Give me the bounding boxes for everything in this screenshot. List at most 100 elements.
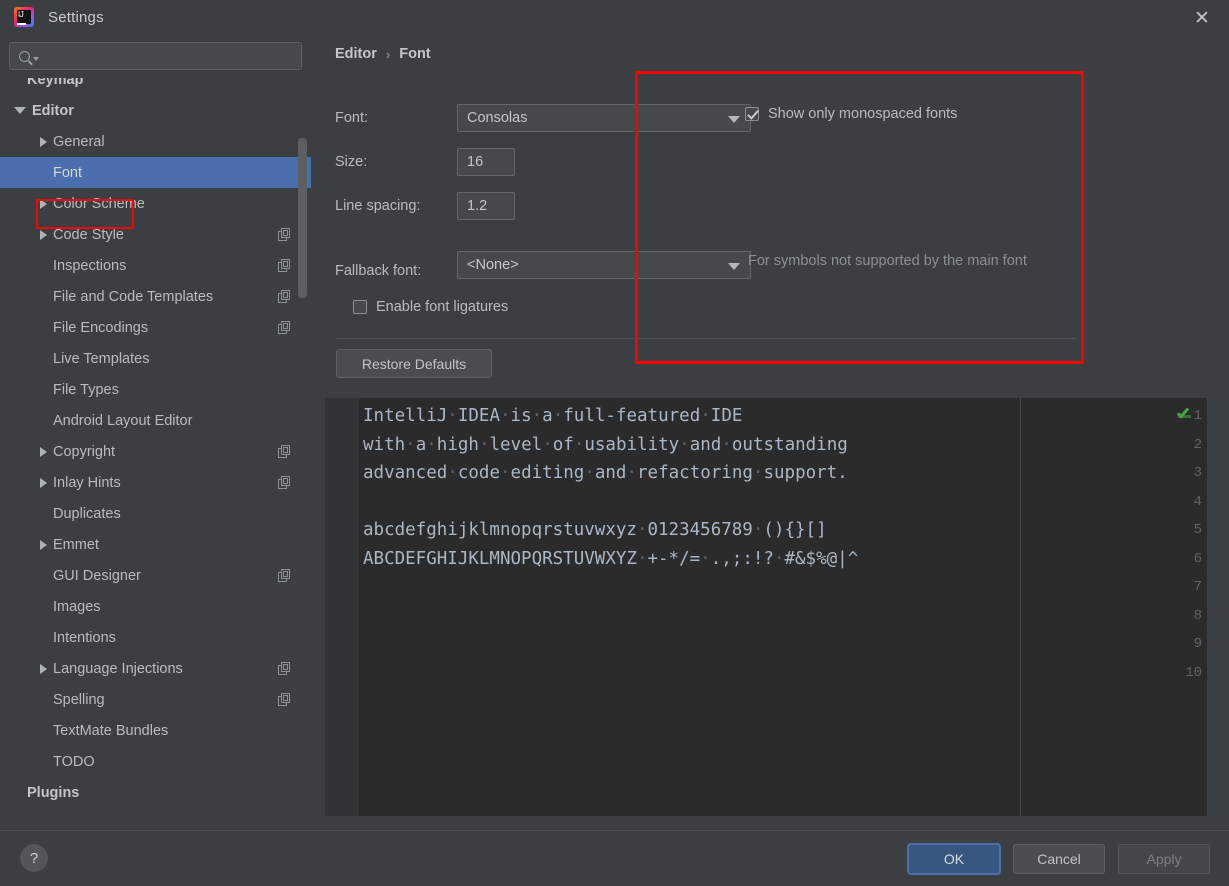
font-family-dropdown[interactable]: Consolas: [457, 104, 751, 132]
restore-defaults-button[interactable]: Restore Defaults: [336, 349, 492, 378]
apply-button[interactable]: Apply: [1118, 844, 1210, 874]
copy-settings-icon[interactable]: [278, 290, 291, 303]
chevron-right-icon[interactable]: [40, 477, 47, 488]
font-preview-editor[interactable]: 1 2 3 4 5 6 7 8 9 10 IntelliJ·IDEA·is·a·full-feat…: [325, 398, 1207, 816]
search-input[interactable]: [45, 48, 275, 64]
ok-button[interactable]: OK: [908, 844, 1000, 874]
sidebar-item-inspections[interactable]: Inspections: [0, 250, 311, 281]
right-margin-line: [1020, 398, 1021, 816]
chevron-right-icon[interactable]: [40, 446, 47, 457]
logo-text: IJ: [18, 9, 24, 19]
copy-settings-icon[interactable]: [278, 476, 291, 489]
breadcrumb-root[interactable]: Editor: [335, 46, 377, 62]
window-title: Settings: [48, 8, 104, 26]
sidebar-item-intentions[interactable]: Intentions: [0, 622, 311, 653]
sidebar-item-label: Android Layout Editor: [53, 412, 193, 429]
sidebar-item-label: Code Style: [53, 226, 124, 243]
search-icon: [19, 50, 30, 62]
chevron-down-icon: [33, 56, 39, 61]
sidebar-item-emmet[interactable]: Emmet: [0, 529, 311, 560]
breadcrumb-separator-icon: ›: [385, 46, 391, 62]
chevron-right-icon[interactable]: [40, 198, 47, 209]
sidebar-item-label: Color Scheme: [53, 195, 145, 212]
line-number: 3: [1193, 465, 1202, 481]
sidebar-item-label: File Encodings: [53, 319, 149, 336]
line-spacing-row: Line spacing: 1.2: [335, 184, 1215, 228]
sidebar-item-copyright[interactable]: Copyright: [0, 436, 311, 467]
copy-settings-icon[interactable]: [278, 321, 291, 334]
copy-settings-icon[interactable]: [278, 259, 291, 272]
sidebar-item-file-and-code-templates[interactable]: File and Code Templates: [0, 281, 311, 312]
sidebar-item-file-encodings[interactable]: File Encodings: [0, 312, 311, 343]
sidebar-item-label: Spelling: [53, 691, 105, 708]
sidebar-item-font[interactable]: Font: [0, 157, 311, 188]
line-spacing-input[interactable]: 1.2: [457, 192, 515, 220]
inspection-check-icon[interactable]: [1176, 405, 1193, 420]
sidebar-item-todo[interactable]: TODO: [0, 746, 311, 777]
copy-settings-icon[interactable]: [278, 445, 291, 458]
sidebar-item-code-style[interactable]: Code Style: [0, 219, 311, 250]
line-number: 9: [1193, 636, 1202, 652]
sidebar-item-color-scheme[interactable]: Color Scheme: [0, 188, 311, 219]
sidebar-item-inlay-hints[interactable]: Inlay Hints: [0, 467, 311, 498]
search-box[interactable]: [9, 42, 302, 70]
chevron-down-icon: [728, 116, 740, 123]
sidebar-item-label: TODO: [53, 753, 95, 770]
sidebar-item-label: Keymap: [27, 78, 84, 88]
code-line: IntelliJ·IDEA·is·a·full-featured·IDE: [363, 406, 743, 426]
copy-settings-icon[interactable]: [278, 693, 291, 706]
code-line: abcdefghijklmnopqrstuvwxyz·0123456789·()…: [363, 520, 827, 540]
sidebar-item-label: GUI Designer: [53, 567, 141, 584]
sidebar-item-editor[interactable]: Editor: [0, 95, 311, 126]
sidebar-item-general[interactable]: General: [0, 126, 311, 157]
chevron-right-icon[interactable]: [40, 663, 47, 674]
sidebar-item-label: Duplicates: [53, 505, 121, 522]
enable-font-ligatures-label: Enable font ligatures: [376, 299, 509, 315]
chevron-down-icon[interactable]: [14, 107, 26, 114]
fallback-font-hint: For symbols not supported by the main fo…: [748, 253, 1027, 269]
sidebar-item-textmate-bundles[interactable]: TextMate Bundles: [0, 715, 311, 746]
help-button[interactable]: ?: [20, 844, 48, 872]
line-number: 4: [1193, 493, 1202, 510]
sidebar-item-images[interactable]: Images: [0, 591, 311, 622]
breadcrumb: Editor › Font: [335, 46, 431, 62]
enable-font-ligatures-checkbox[interactable]: Enable font ligatures: [353, 299, 508, 315]
sidebar-item-label: Copyright: [53, 443, 116, 460]
line-number: 6: [1193, 550, 1202, 567]
cancel-button[interactable]: Cancel: [1013, 844, 1105, 874]
copy-settings-icon[interactable]: [278, 569, 291, 582]
sidebar-item-live-templates[interactable]: Live Templates: [0, 343, 311, 374]
font-settings-form: Font: Consolas Size: 16 Line spacing: 1.…: [335, 96, 1215, 327]
chevron-right-icon[interactable]: [40, 539, 47, 550]
close-icon[interactable]: ✕: [1191, 7, 1213, 29]
sidebar-scrollbar-track[interactable]: [298, 78, 307, 830]
sidebar-item-duplicates[interactable]: Duplicates: [0, 498, 311, 529]
settings-sidebar: Keymap Editor General Font Color Scheme Code …: [0, 34, 311, 830]
copy-settings-icon[interactable]: [278, 228, 291, 241]
sidebar-item-label: Emmet: [53, 536, 99, 553]
fallback-font-dropdown[interactable]: <None>: [457, 251, 751, 279]
chevron-right-icon[interactable]: [40, 229, 47, 240]
sidebar-item-android-layout-editor[interactable]: Android Layout Editor: [0, 405, 311, 436]
intellij-logo-icon: IJ: [14, 7, 34, 27]
line-number: 8: [1193, 607, 1202, 624]
chevron-right-icon[interactable]: [40, 136, 47, 147]
chevron-down-icon: [728, 263, 740, 270]
sidebar-item-label: TextMate Bundles: [53, 722, 169, 739]
show-only-monospaced-checkbox[interactable]: Show only monospaced fonts: [745, 106, 957, 122]
font-family-value: Consolas: [467, 110, 528, 126]
sidebar-item-gui-designer[interactable]: GUI Designer: [0, 560, 311, 591]
sidebar-item-language-injections[interactable]: Language Injections: [0, 653, 311, 684]
sidebar-item-plugins[interactable]: Plugins: [0, 777, 311, 808]
sidebar-scrollbar-thumb[interactable]: [298, 138, 307, 298]
sidebar-item-file-types[interactable]: File Types: [0, 374, 311, 405]
font-size-input[interactable]: 16: [457, 148, 515, 176]
copy-settings-icon[interactable]: [278, 662, 291, 675]
code-line: with·a·high·level·of·usability·and·outst…: [363, 434, 848, 455]
show-only-monospaced-label: Show only monospaced fonts: [768, 106, 958, 122]
title-bar: IJ Settings ✕: [0, 0, 1229, 34]
sidebar-item-spelling[interactable]: Spelling: [0, 684, 311, 715]
sidebar-item-label: File Types: [53, 381, 119, 398]
font-label: Font:: [335, 110, 369, 126]
sidebar-item-keymap[interactable]: Keymap: [0, 78, 311, 95]
